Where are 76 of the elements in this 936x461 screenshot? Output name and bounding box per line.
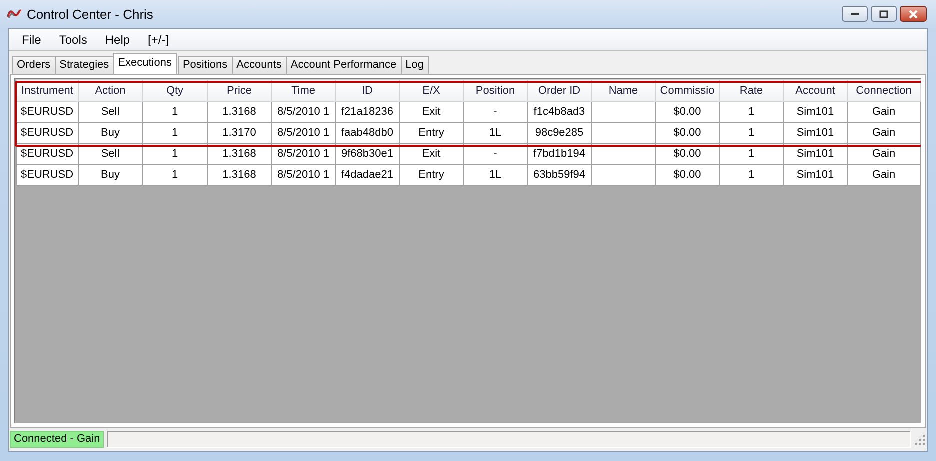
- table-cell: 1: [142, 102, 208, 122]
- table-cell: 1L: [464, 164, 528, 186]
- menu-item[interactable]: [+/-]: [139, 32, 178, 46]
- menu-item[interactable]: Tools: [50, 32, 96, 46]
- table-cell: faab48db0: [336, 122, 400, 144]
- table-cell: 1: [720, 102, 784, 122]
- maximize-button[interactable]: [871, 6, 897, 22]
- table-cell: Gain: [848, 102, 920, 122]
- table-cell: $0.00: [656, 122, 720, 144]
- tab[interactable]: Executions: [113, 53, 177, 74]
- table-cell: f1c4b8ad3: [528, 102, 592, 122]
- maximize-icon: [879, 10, 889, 18]
- tab[interactable]: Strategies: [54, 56, 114, 74]
- table-cell: Buy: [78, 164, 142, 186]
- table-cell: 63bb59f94: [528, 164, 592, 186]
- table-cell: $EURUSD: [16, 102, 78, 122]
- tab[interactable]: Orders: [12, 56, 56, 74]
- table-cell: Gain: [848, 144, 920, 164]
- table-cell: Exit: [400, 144, 464, 164]
- table-cell: Buy: [78, 122, 142, 144]
- table-cell: $EURUSD: [16, 122, 78, 144]
- table-cell: 1: [720, 164, 784, 186]
- minimize-button[interactable]: [842, 6, 868, 22]
- table-cell: 1.3168: [208, 102, 272, 122]
- table-cell: 9f68b30e1: [336, 144, 400, 164]
- table-cell: Sell: [78, 102, 142, 122]
- table-cell: 98c9e285: [528, 122, 592, 144]
- table-cell: 1: [142, 164, 208, 186]
- table-cell: 1: [142, 144, 208, 164]
- table-cell: 8/5/2010 1: [272, 164, 336, 186]
- table-cell: $0.00: [656, 102, 720, 122]
- tab[interactable]: Account Performance: [286, 56, 402, 74]
- table-cell: 1.3168: [208, 164, 272, 186]
- table-cell: 1.3170: [208, 122, 272, 144]
- connection-status: Connected - Gain: [10, 431, 104, 448]
- table-cell: Sim101: [784, 102, 848, 122]
- table-cell: 8/5/2010 1: [272, 122, 336, 144]
- table-cell: $EURUSD: [16, 144, 78, 164]
- table-cell: Sell: [78, 144, 142, 164]
- table-cell: $EURUSD: [16, 164, 78, 186]
- tab[interactable]: Log: [400, 56, 429, 74]
- table-cell: 1.3168: [208, 144, 272, 164]
- table-cell: 1: [142, 122, 208, 144]
- resize-grip-icon: [914, 434, 926, 446]
- column-header[interactable]: Qty: [142, 80, 208, 102]
- table-cell: Entry: [400, 122, 464, 144]
- tab[interactable]: Positions: [178, 56, 233, 74]
- column-header[interactable]: Connection: [848, 80, 920, 102]
- column-header[interactable]: Instrument: [16, 80, 78, 102]
- app-logo-icon: [7, 8, 22, 20]
- table-cell: -: [464, 144, 528, 164]
- table-cell: f4dadae21: [336, 164, 400, 186]
- table-cell: 1L: [464, 122, 528, 144]
- table-cell: Sim101: [784, 144, 848, 164]
- table-cell: Sim101: [784, 164, 848, 186]
- table-cell: 1: [720, 144, 784, 164]
- table-cell: f7bd1b194: [528, 144, 592, 164]
- close-button[interactable]: [900, 6, 927, 22]
- menu-item[interactable]: Help: [96, 32, 140, 46]
- table-cell: 8/5/2010 1: [272, 144, 336, 164]
- table-cell: Gain: [848, 164, 920, 186]
- table-cell: $0.00: [656, 164, 720, 186]
- close-icon: [908, 10, 919, 18]
- table-cell: Exit: [400, 102, 464, 122]
- window-title: Control Center - Chris: [27, 6, 154, 22]
- table-cell: Gain: [848, 122, 920, 144]
- table-cell: 1: [720, 122, 784, 144]
- table-cell: -: [464, 102, 528, 122]
- table-cell: $0.00: [656, 144, 720, 164]
- menu-item[interactable]: File: [13, 32, 50, 46]
- table-cell: Sim101: [784, 122, 848, 144]
- tab[interactable]: Accounts: [232, 56, 287, 74]
- table-cell: 8/5/2010 1: [272, 102, 336, 122]
- table-cell: f21a18236: [336, 102, 400, 122]
- minimize-icon: [850, 12, 860, 16]
- table-cell: Entry: [400, 164, 464, 186]
